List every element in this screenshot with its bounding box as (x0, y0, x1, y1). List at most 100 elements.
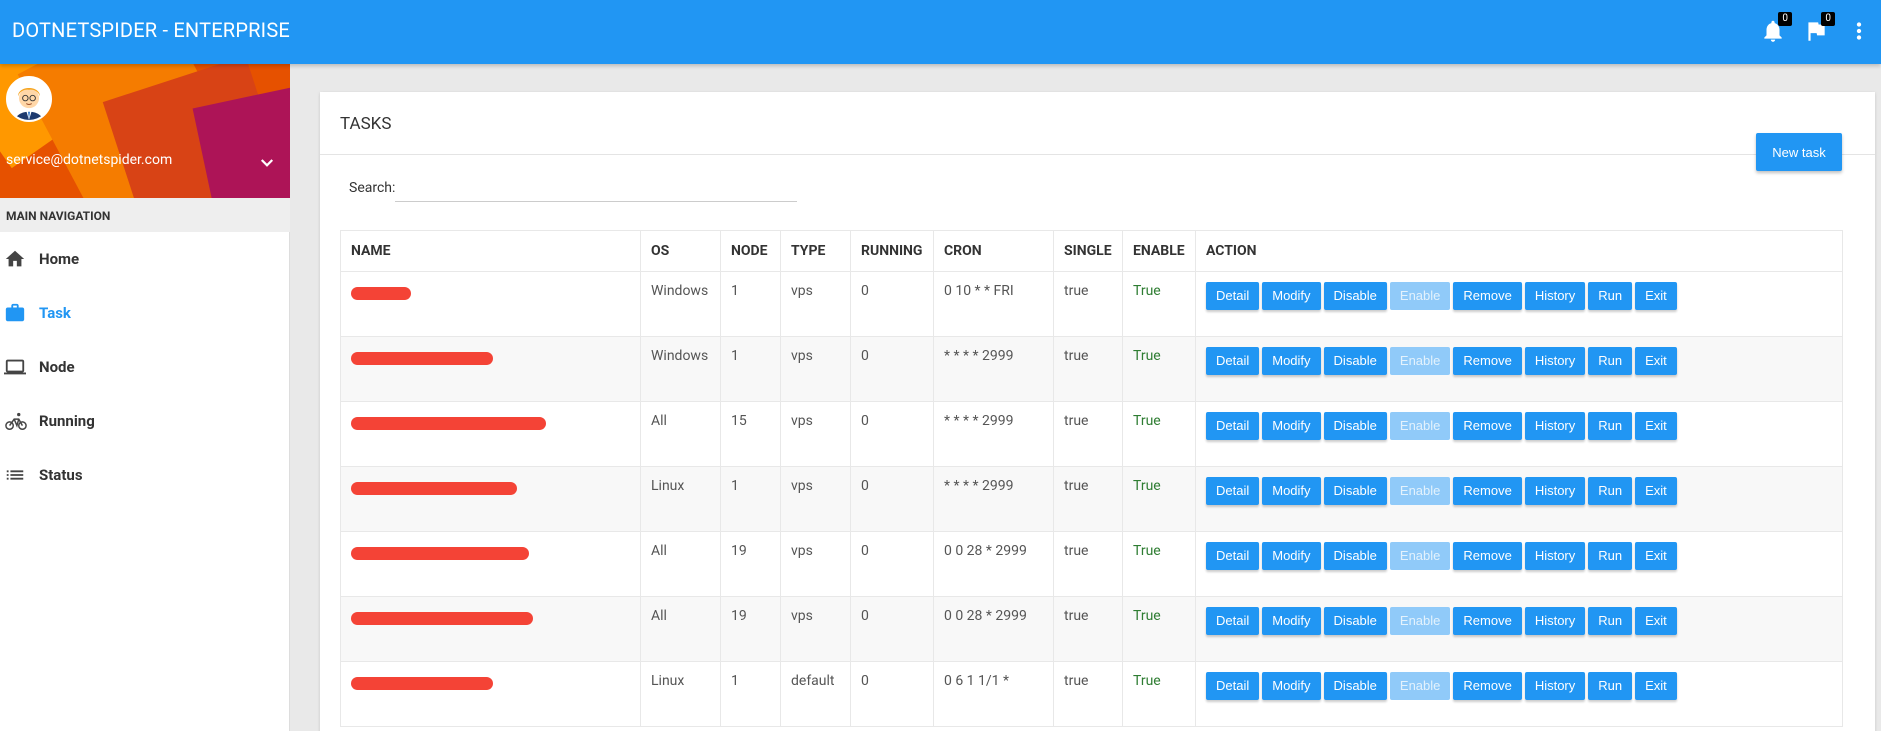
run-button[interactable]: Run (1588, 477, 1633, 505)
enable-button[interactable]: Enable (1389, 477, 1451, 505)
sidebar-item-home[interactable]: Home (0, 232, 289, 286)
top-app-bar: DOTNETSPIDER - ENTERPRISE 0 0 (0, 0, 1881, 64)
detail-button[interactable]: Detail (1206, 542, 1260, 570)
modify-button[interactable]: Modify (1262, 542, 1321, 570)
enable-button[interactable]: Enable (1389, 542, 1451, 570)
history-button[interactable]: History (1524, 672, 1586, 700)
cell-os: Windows (640, 271, 721, 337)
remove-button[interactable]: Remove (1453, 607, 1522, 635)
column-header[interactable]: CRON (933, 230, 1054, 272)
detail-button[interactable]: Detail (1206, 672, 1260, 700)
remove-button[interactable]: Remove (1453, 282, 1522, 310)
actions-cell: Detail Modify Disable Enable Remove History Ru… (1195, 271, 1843, 337)
profile-menu-toggle[interactable] (258, 154, 274, 170)
disable-button[interactable]: Disable (1323, 477, 1387, 505)
run-button[interactable]: Run (1588, 542, 1633, 570)
sidebar-item-task[interactable]: Task (0, 286, 289, 340)
notifications-count-badge: 0 (1778, 12, 1792, 26)
modify-button[interactable]: Modify (1262, 412, 1321, 440)
history-button[interactable]: History (1524, 607, 1586, 635)
disable-button[interactable]: Disable (1323, 607, 1387, 635)
bike-icon (4, 410, 28, 432)
exit-button[interactable]: Exit (1635, 347, 1677, 375)
detail-button[interactable]: Detail (1206, 477, 1260, 505)
column-header[interactable]: NODE (720, 230, 781, 272)
disable-button[interactable]: Disable (1323, 672, 1387, 700)
cell-single: true (1053, 401, 1123, 467)
redacted-task-name (351, 482, 517, 495)
column-header[interactable]: OS (640, 230, 721, 272)
modify-button[interactable]: Modify (1262, 477, 1321, 505)
run-button[interactable]: Run (1588, 347, 1633, 375)
run-button[interactable]: Run (1588, 672, 1633, 700)
remove-button[interactable]: Remove (1453, 672, 1522, 700)
cell-enable: True (1122, 661, 1196, 727)
disable-button[interactable]: Disable (1323, 347, 1387, 375)
cell-cron: 0 0 28 * 2999 (933, 596, 1054, 662)
exit-button[interactable]: Exit (1635, 412, 1677, 440)
search-input[interactable] (395, 172, 797, 202)
detail-button[interactable]: Detail (1206, 412, 1260, 440)
sidebar-item-label: Running (39, 412, 95, 430)
remove-button[interactable]: Remove (1453, 542, 1522, 570)
detail-button[interactable]: Detail (1206, 282, 1260, 310)
modify-button[interactable]: Modify (1262, 672, 1321, 700)
history-button[interactable]: History (1524, 477, 1586, 505)
exit-button[interactable]: Exit (1635, 477, 1677, 505)
redacted-task-name (351, 547, 529, 560)
user-profile-panel: service@dotnetspider.com (0, 64, 290, 198)
disable-button[interactable]: Disable (1323, 542, 1387, 570)
new-task-button[interactable]: New task (1756, 133, 1842, 171)
remove-button[interactable]: Remove (1453, 347, 1522, 375)
avatar (6, 76, 52, 122)
sidebar-item-node[interactable]: Node (0, 340, 289, 394)
detail-button[interactable]: Detail (1206, 347, 1260, 375)
more-menu-button[interactable] (1846, 18, 1866, 46)
table-row: Linux 1 vps 0 * * * * 2999 true True Detail Modi… (340, 466, 1843, 532)
run-button[interactable]: Run (1588, 607, 1633, 635)
modify-button[interactable]: Modify (1262, 282, 1321, 310)
modify-button[interactable]: Modify (1262, 347, 1321, 375)
cell-running: 0 (850, 466, 934, 532)
sidebar-item-status[interactable]: Status (0, 448, 289, 502)
cell-node: 1 (720, 466, 781, 532)
exit-button[interactable]: Exit (1635, 672, 1677, 700)
table-row: Linux 1 default 0 0 6 1 1/1 * true True Detail M… (340, 661, 1843, 727)
notifications-button[interactable]: 0 (1760, 12, 1792, 46)
cell-cron: 0 10 * * FRI (933, 271, 1054, 337)
exit-button[interactable]: Exit (1635, 542, 1677, 570)
history-button[interactable]: History (1524, 542, 1586, 570)
flags-button[interactable]: 0 (1803, 12, 1835, 46)
enable-button[interactable]: Enable (1389, 412, 1451, 440)
actions-cell: Detail Modify Disable Enable Remove History Ru… (1195, 596, 1843, 662)
run-button[interactable]: Run (1588, 282, 1633, 310)
cell-enable: True (1122, 596, 1196, 662)
modify-button[interactable]: Modify (1262, 607, 1321, 635)
history-button[interactable]: History (1524, 412, 1586, 440)
sidebar-item-label: Task (39, 304, 71, 322)
cell-type: vps (780, 596, 851, 662)
remove-button[interactable]: Remove (1453, 477, 1522, 505)
remove-button[interactable]: Remove (1453, 412, 1522, 440)
column-header[interactable]: RUNNING (850, 230, 934, 272)
column-header[interactable]: SINGLE (1053, 230, 1123, 272)
column-header[interactable]: TYPE (780, 230, 851, 272)
app-title: DOTNETSPIDER - ENTERPRISE (12, 18, 290, 42)
column-header[interactable]: NAME (340, 230, 641, 272)
column-header[interactable]: ENABLE (1122, 230, 1196, 272)
enable-button[interactable]: Enable (1389, 347, 1451, 375)
tasks-table: NAME OS NODE TYPE RUNNING CRON SINGLE EN… (340, 230, 1843, 727)
run-button[interactable]: Run (1588, 412, 1633, 440)
disable-button[interactable]: Disable (1323, 282, 1387, 310)
enable-button[interactable]: Enable (1389, 607, 1451, 635)
sidebar-item-running[interactable]: Running (0, 394, 289, 448)
enable-button[interactable]: Enable (1389, 282, 1451, 310)
exit-button[interactable]: Exit (1635, 282, 1677, 310)
exit-button[interactable]: Exit (1635, 607, 1677, 635)
disable-button[interactable]: Disable (1323, 412, 1387, 440)
column-header: ACTION (1195, 230, 1843, 272)
history-button[interactable]: History (1524, 347, 1586, 375)
history-button[interactable]: History (1524, 282, 1586, 310)
detail-button[interactable]: Detail (1206, 607, 1260, 635)
enable-button[interactable]: Enable (1389, 672, 1451, 700)
